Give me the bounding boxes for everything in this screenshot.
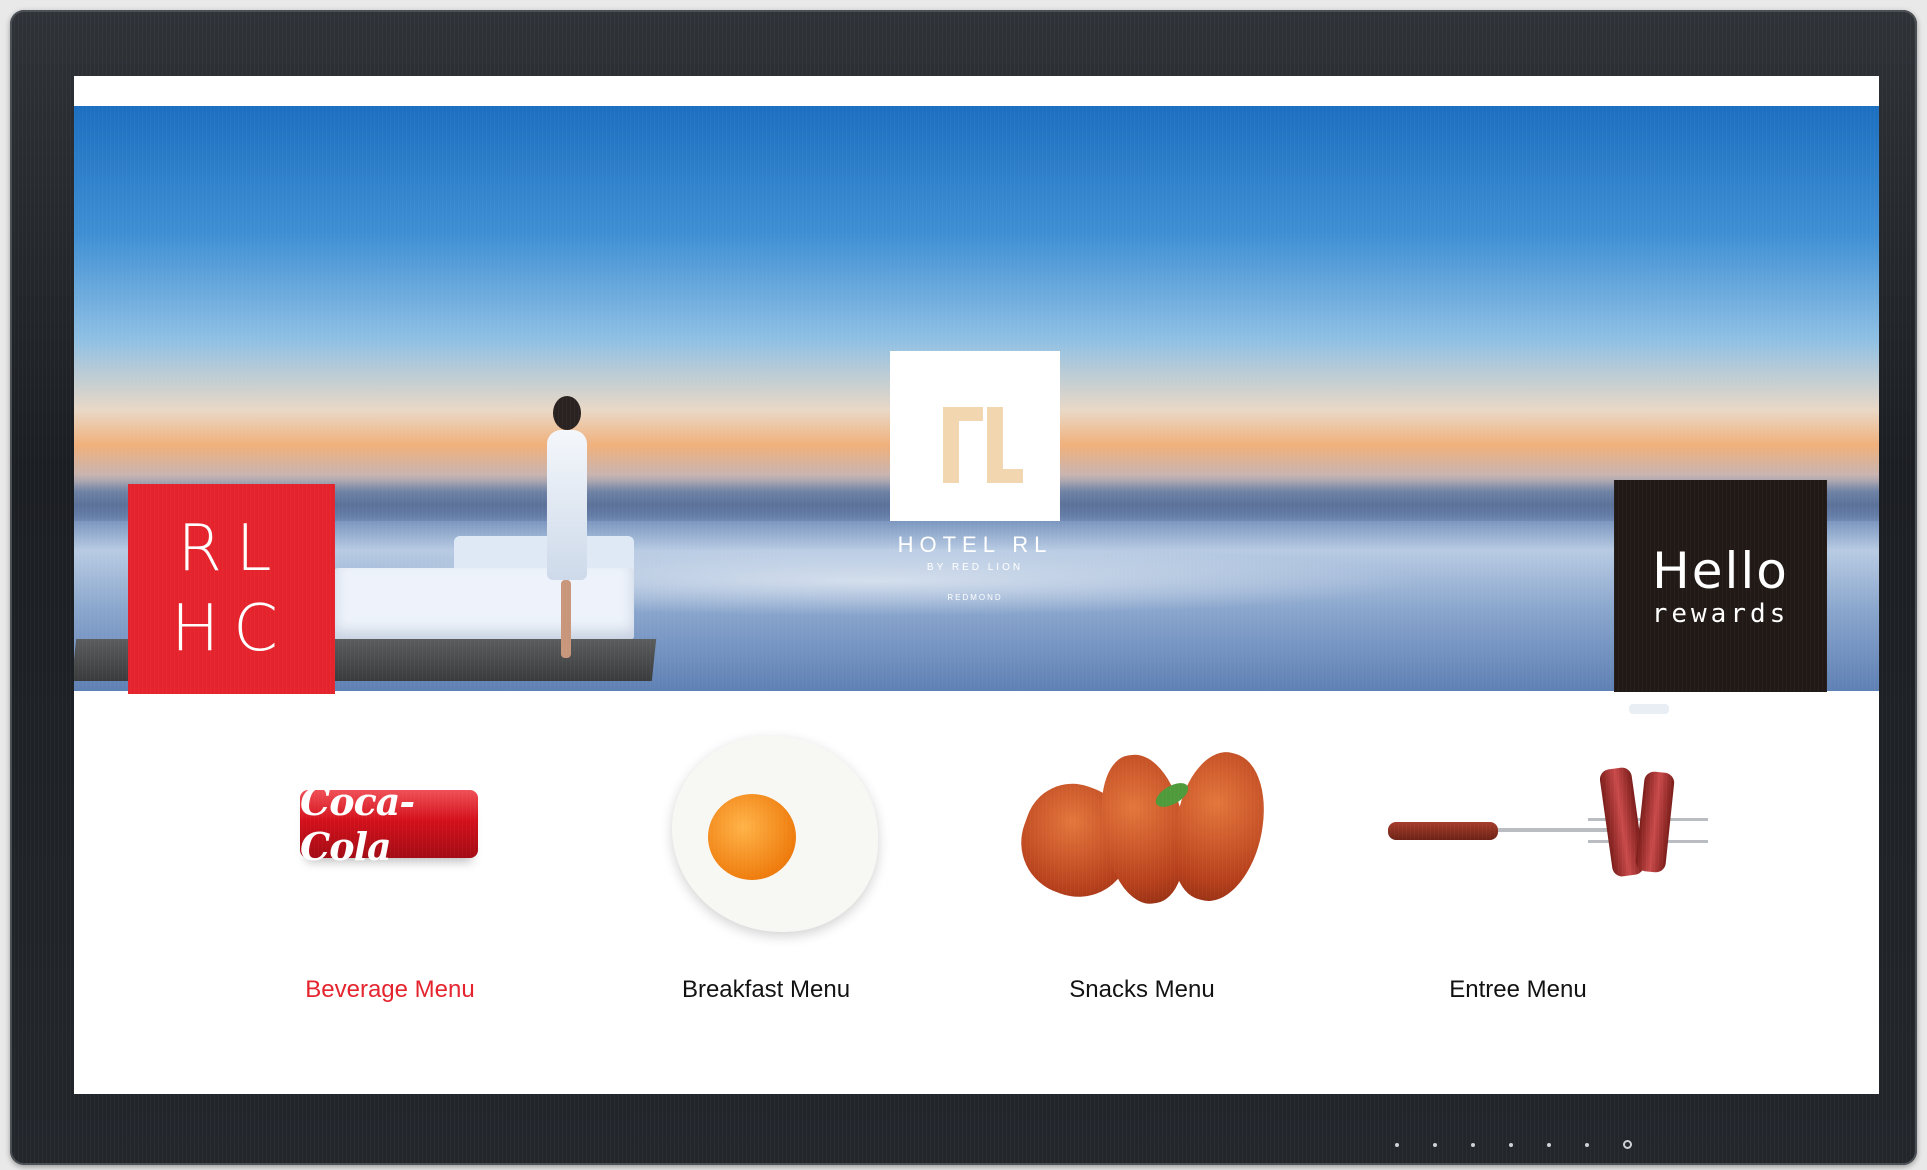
rlhc-line-2: HC <box>171 592 292 666</box>
steak-on-fork-image <box>1388 726 1708 926</box>
tv-button[interactable] <box>1547 1142 1551 1147</box>
woman-head <box>553 396 581 430</box>
coca-cola-can: Coca-Cola <box>300 779 478 869</box>
rlhc-tile[interactable]: RL HC <box>128 484 335 694</box>
tv-button[interactable] <box>1509 1142 1513 1147</box>
coca-cola-can-image: Coca-Cola <box>260 726 520 926</box>
rlhc-line-1: RL <box>177 512 286 586</box>
tv-button[interactable] <box>1395 1142 1399 1147</box>
chicken-wings-image <box>1006 726 1279 926</box>
woman-dress <box>547 430 587 580</box>
hello-text: Hello <box>1652 542 1789 600</box>
hotel-location: REDMOND <box>947 593 1003 602</box>
hotel-subtitle: BY RED LION <box>926 562 1024 573</box>
woman-leg <box>561 580 571 658</box>
menu-item-beverage[interactable]: Coca-Cola Beverage Menu <box>240 726 540 1046</box>
hotel-rl-logo <box>890 351 1060 521</box>
menu-item-breakfast[interactable]: Breakfast Menu <box>616 726 916 1046</box>
tv-controls <box>1395 1140 1632 1149</box>
tv-bezel: RL HC HOTEL RL BY RED LION REDMOND Hello… <box>10 10 1917 1165</box>
menu-label-breakfast: Breakfast Menu <box>681 976 851 1003</box>
hero-banner: RL HC HOTEL RL BY RED LION REDMOND Hello… <box>74 106 1879 714</box>
menu-label-snacks: Snacks Menu <box>1069 976 1215 1003</box>
menu-item-entree[interactable]: Entree Menu <box>1368 726 1708 1046</box>
tv-button[interactable] <box>1585 1142 1589 1147</box>
tv-screen: RL HC HOTEL RL BY RED LION REDMOND Hello… <box>74 76 1879 1094</box>
tv-button[interactable] <box>1433 1142 1437 1147</box>
rl-logo-icon <box>915 381 1035 491</box>
hotel-name: HOTEL RL <box>897 532 1053 557</box>
fried-egg-image <box>636 726 896 932</box>
hello-rewards-tile[interactable]: Hello rewards <box>1614 480 1827 692</box>
rewards-text: rewards <box>1651 599 1790 629</box>
menu-item-snacks[interactable]: Snacks Menu <box>992 726 1292 1046</box>
power-icon[interactable] <box>1623 1140 1632 1149</box>
menu-label-entree: Entree Menu <box>1449 976 1587 1003</box>
menu-label-beverage: Beverage Menu <box>305 976 475 1003</box>
tv-button[interactable] <box>1471 1142 1475 1147</box>
woman-figure <box>539 396 599 661</box>
boat <box>1629 704 1669 714</box>
